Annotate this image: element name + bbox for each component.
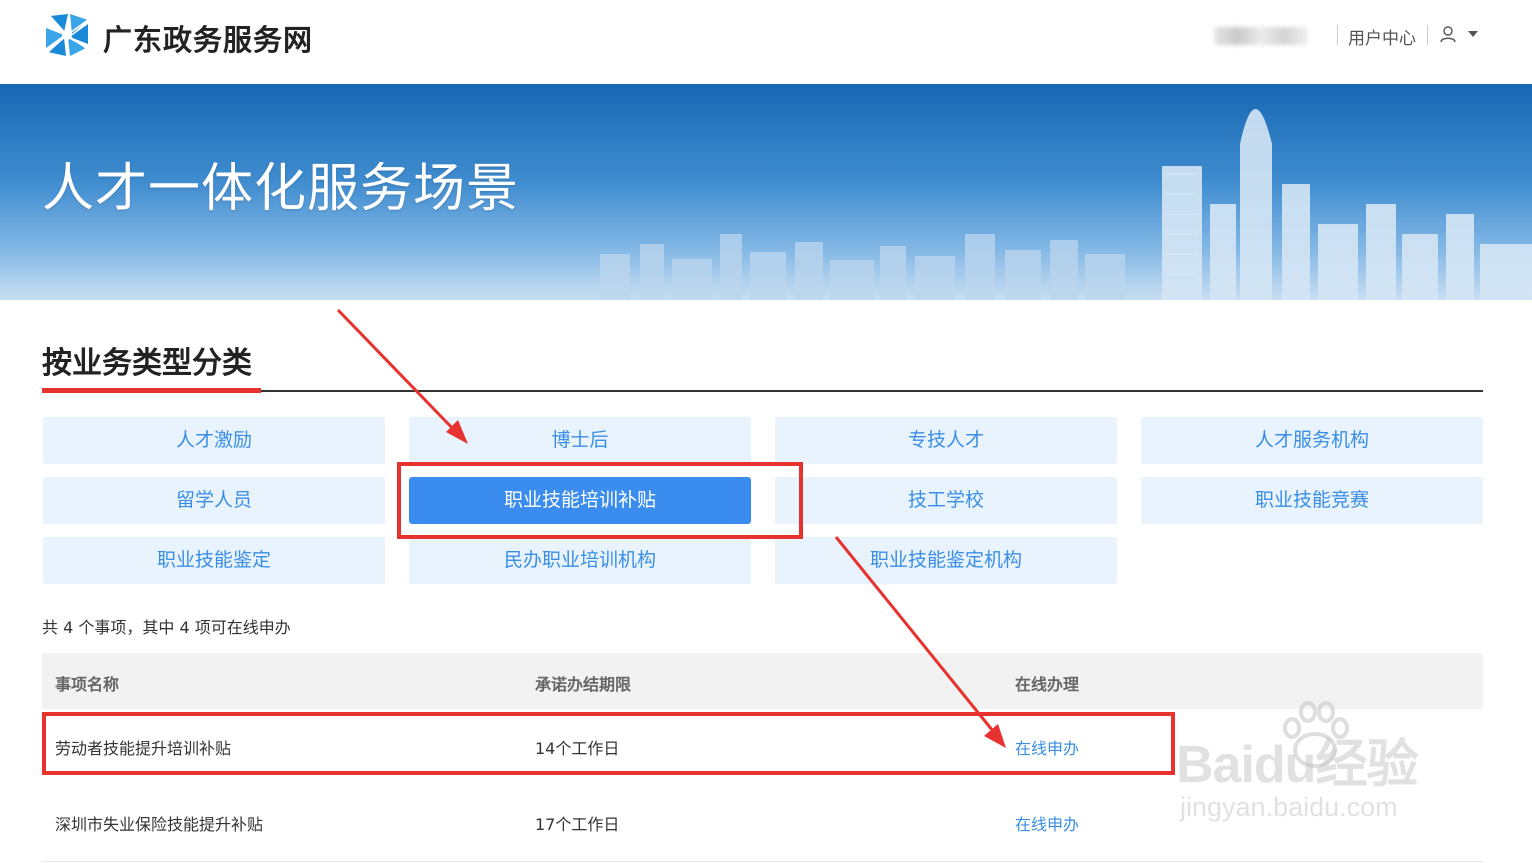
- hero-banner: 人才一体化服务场景: [0, 84, 1532, 300]
- apply-online-link[interactable]: 在线申办: [1015, 735, 1079, 759]
- top-header: 广东政务服务网 用户中心: [0, 0, 1532, 84]
- category-button-overseas-students[interactable]: 留学人员: [43, 477, 385, 524]
- watermark-text: Baidu经验: [1176, 736, 1418, 794]
- table-header: 事项名称 承诺办结期限 在线办理: [42, 653, 1483, 709]
- category-button-skills-appraisal-institution[interactable]: 职业技能鉴定机构: [775, 537, 1117, 584]
- category-button-vocational-training-subsidy[interactable]: 职业技能培训补贴: [409, 477, 751, 524]
- blurred-username: [1214, 27, 1308, 45]
- category-button-talent-service-agency[interactable]: 人才服务机构: [1141, 417, 1483, 464]
- category-button-skills-competition[interactable]: 职业技能竞赛: [1141, 477, 1483, 524]
- category-button-professional-talent[interactable]: 专技人才: [775, 417, 1117, 464]
- column-header-deadline: 承诺办结期限: [535, 675, 632, 694]
- column-header-name: 事项名称: [55, 675, 120, 694]
- category-button-skills-appraisal[interactable]: 职业技能鉴定: [43, 537, 385, 584]
- logo-icon[interactable]: [42, 10, 92, 60]
- section-title: 按业务类型分类: [42, 346, 252, 381]
- annotation-arrow: [336, 308, 460, 436]
- category-button-private-training-institution[interactable]: 民办职业培训机构: [409, 537, 751, 584]
- items-summary: 共 4 个事项，其中 4 项可在线申办: [42, 618, 291, 637]
- banner-title: 人才一体化服务场景: [42, 159, 520, 219]
- item-name[interactable]: 劳动者技能提升培训补贴: [55, 735, 231, 759]
- watermark-url: jingyan.baidu.com: [1180, 792, 1398, 822]
- apply-online-link[interactable]: 在线申办: [1015, 811, 1079, 835]
- item-deadline: 17个工作日: [535, 815, 620, 834]
- section-title-underline: [42, 388, 261, 393]
- category-button-technical-school[interactable]: 技工学校: [775, 477, 1117, 524]
- item-name[interactable]: 深圳市失业保险技能提升补贴: [55, 811, 263, 835]
- category-button-talent-incentive[interactable]: 人才激励: [43, 417, 385, 464]
- chevron-down-icon[interactable]: [1468, 31, 1478, 37]
- header-divider: [1427, 25, 1428, 45]
- category-button-postdoc[interactable]: 博士后: [409, 417, 751, 464]
- site-title[interactable]: 广东政务服务网: [103, 17, 313, 59]
- user-center-link[interactable]: 用户中心: [1348, 24, 1416, 49]
- item-deadline: 14个工作日: [535, 739, 620, 758]
- header-divider: [1337, 25, 1338, 45]
- column-header-online: 在线办理: [1015, 675, 1080, 694]
- user-icon[interactable]: [1439, 25, 1457, 43]
